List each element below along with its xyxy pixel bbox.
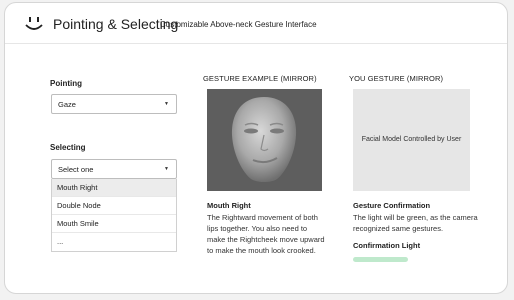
selecting-select[interactable]: Select one ▼ — [51, 159, 177, 179]
selecting-select-placeholder: Select one — [58, 165, 94, 174]
gesture-confirmation-description: The light will be green, as the camera r… — [353, 213, 478, 233]
dropdown-option-more[interactable]: ... — [52, 233, 176, 251]
gesture-example-description: The Rightward movement of both lips toge… — [207, 213, 325, 255]
selecting-label: Selecting — [50, 143, 86, 152]
gesture-confirmation-title: Gesture Confirmation — [353, 201, 431, 210]
page-subtitle: Customizable Above-neck Gesture Interfac… — [160, 20, 317, 29]
chevron-down-icon: ▼ — [164, 166, 169, 172]
app-window: Pointing & Selecting Customizable Above-… — [4, 2, 508, 294]
user-face-model-view: Facial Model Controlled by User — [353, 89, 470, 191]
pointing-label: Pointing — [50, 79, 82, 88]
face-model-image — [231, 97, 297, 182]
confirmation-light-indicator — [353, 257, 408, 262]
gesture-example-title: Mouth Right — [207, 201, 251, 210]
you-gesture-label: YOU GESTURE (MIRROR) — [349, 74, 444, 83]
user-face-model-caption: Facial Model Controlled by User — [361, 136, 462, 143]
pointing-select[interactable]: Gaze ▼ — [51, 94, 177, 114]
gesture-example-image — [207, 89, 322, 191]
smiley-logo-icon — [25, 17, 43, 30]
app-header: Pointing & Selecting Customizable Above-… — [5, 3, 507, 44]
pointing-select-value: Gaze — [58, 100, 76, 109]
dropdown-option-mouth-smile[interactable]: Mouth Smile — [52, 215, 176, 233]
selecting-dropdown-menu: Mouth Right Double Node Mouth Smile ... — [51, 179, 177, 252]
dropdown-option-mouth-right[interactable]: Mouth Right — [52, 179, 176, 197]
confirmation-light-label: Confirmation Light — [353, 241, 421, 250]
gesture-example-label: GESTURE EXAMPLE (MIRROR) — [203, 74, 317, 83]
dropdown-option-double-node[interactable]: Double Node — [52, 197, 176, 215]
chevron-down-icon: ▼ — [164, 101, 169, 107]
